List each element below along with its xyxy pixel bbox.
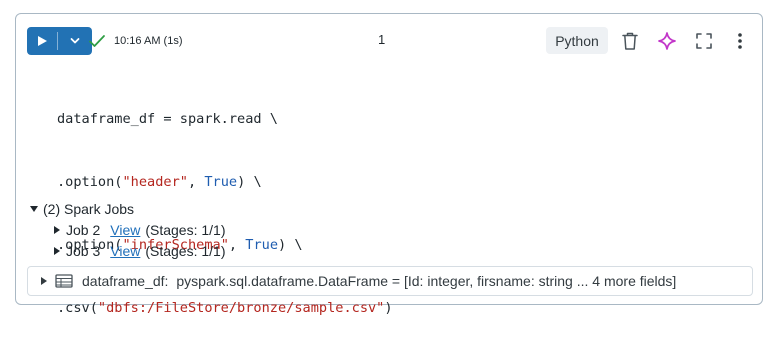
code-keyword: True xyxy=(245,237,279,253)
language-selector[interactable]: Python xyxy=(546,27,608,54)
dataframe-name: dataframe_df: xyxy=(82,273,169,289)
cell-index: 1 xyxy=(378,32,386,47)
more-vertical-icon xyxy=(738,33,742,49)
spark-jobs-panel: (2) Spark Jobs Job 2 View (Stages: 1/1) … xyxy=(30,199,226,261)
caret-down-icon xyxy=(30,206,38,212)
job-name: Job 2 xyxy=(66,221,101,238)
notebook-cell: 10:16 AM (1s) 1 Python dataframe_df = sp… xyxy=(15,13,763,316)
view-job-link[interactable]: View xyxy=(110,220,140,240)
code-text: , xyxy=(228,237,246,253)
play-icon xyxy=(38,36,47,46)
expand-icon xyxy=(696,33,712,49)
job-row[interactable]: Job 2 View (Stages: 1/1) xyxy=(54,219,226,240)
more-options-button[interactable] xyxy=(729,30,751,52)
code-text: .option( xyxy=(57,174,123,190)
run-options-button[interactable] xyxy=(58,27,92,55)
code-line: .csv("dbfs:/FileStore/bronze/sample.csv"… xyxy=(57,298,393,319)
check-icon xyxy=(89,35,105,47)
code-text: ) \ xyxy=(278,237,303,253)
code-text: , xyxy=(187,174,205,190)
run-timestamp: 10:16 AM (1s) xyxy=(114,35,183,47)
caret-right-icon xyxy=(54,225,60,234)
chevron-down-icon xyxy=(70,38,80,44)
job-stages: (Stages: 1/1) xyxy=(145,221,226,238)
job-row[interactable]: Job 3 View (Stages: 1/1) xyxy=(54,240,226,261)
table-icon xyxy=(55,274,73,288)
code-string: "header" xyxy=(122,174,188,190)
dataframe-schema-toggle[interactable]: dataframe_df: pyspark.sql.dataframe.Data… xyxy=(27,266,753,296)
job-stages: (Stages: 1/1) xyxy=(145,242,226,259)
code-line: dataframe_df = spark.read \ xyxy=(57,109,393,130)
view-job-link[interactable]: View xyxy=(110,241,140,261)
delete-cell-button[interactable] xyxy=(619,30,641,52)
code-text: ) \ xyxy=(237,174,262,190)
caret-right-icon xyxy=(54,246,60,255)
caret-right-icon xyxy=(41,277,47,285)
fullscreen-button[interactable] xyxy=(693,30,715,52)
run-cell-button[interactable] xyxy=(27,27,57,55)
sparkle-icon xyxy=(658,32,676,50)
job-name: Job 3 xyxy=(66,242,101,259)
code-text: dataframe_df = spark.read \ xyxy=(57,111,278,127)
trash-icon xyxy=(622,32,638,50)
run-button-group xyxy=(27,27,92,55)
spark-jobs-toggle[interactable]: (2) Spark Jobs xyxy=(30,199,226,219)
dataframe-type: pyspark.sql.dataframe.DataFrame = [Id: i… xyxy=(176,273,677,289)
assistant-button[interactable] xyxy=(656,30,678,52)
code-keyword: True xyxy=(204,174,238,190)
code-line: .option("header", True) \ xyxy=(57,172,393,193)
spark-jobs-summary: (2) Spark Jobs xyxy=(43,201,135,217)
